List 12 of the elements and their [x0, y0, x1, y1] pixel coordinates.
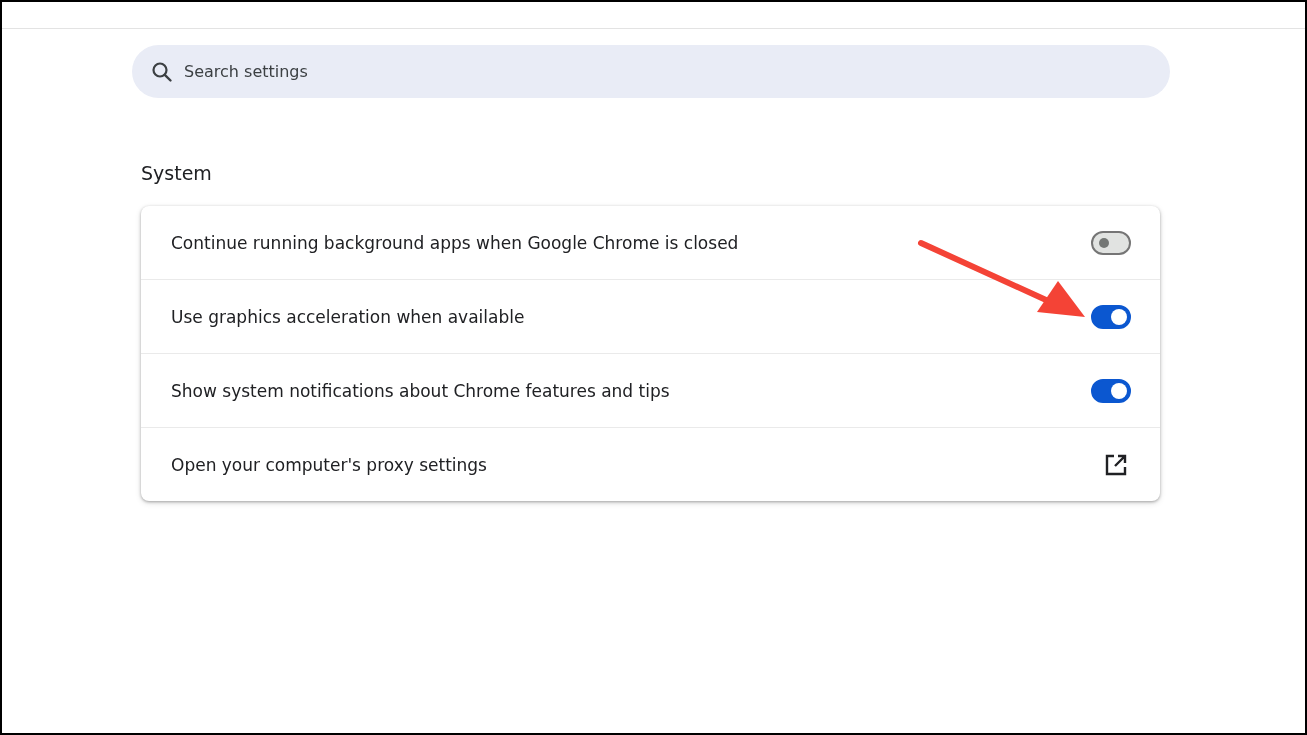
search-bar[interactable]: Search settings — [132, 45, 1170, 98]
setting-label: Continue running background apps when Google Chrome is closed — [171, 232, 739, 253]
section-title: System — [141, 162, 212, 184]
toggle-switch[interactable] — [1091, 230, 1131, 255]
search-field[interactable]: Search settings — [182, 61, 1152, 82]
toggle-switch[interactable] — [1091, 304, 1131, 329]
external-link-icon[interactable] — [1104, 452, 1128, 477]
setting-label: Show system notifications about Chrome features and tips — [171, 380, 670, 401]
search-icon — [150, 59, 174, 84]
setting-label: Use graphics acceleration when available — [171, 306, 525, 327]
toggle-switch[interactable] — [1091, 378, 1131, 403]
setting-label: Open your computer's proxy settings — [171, 454, 487, 475]
